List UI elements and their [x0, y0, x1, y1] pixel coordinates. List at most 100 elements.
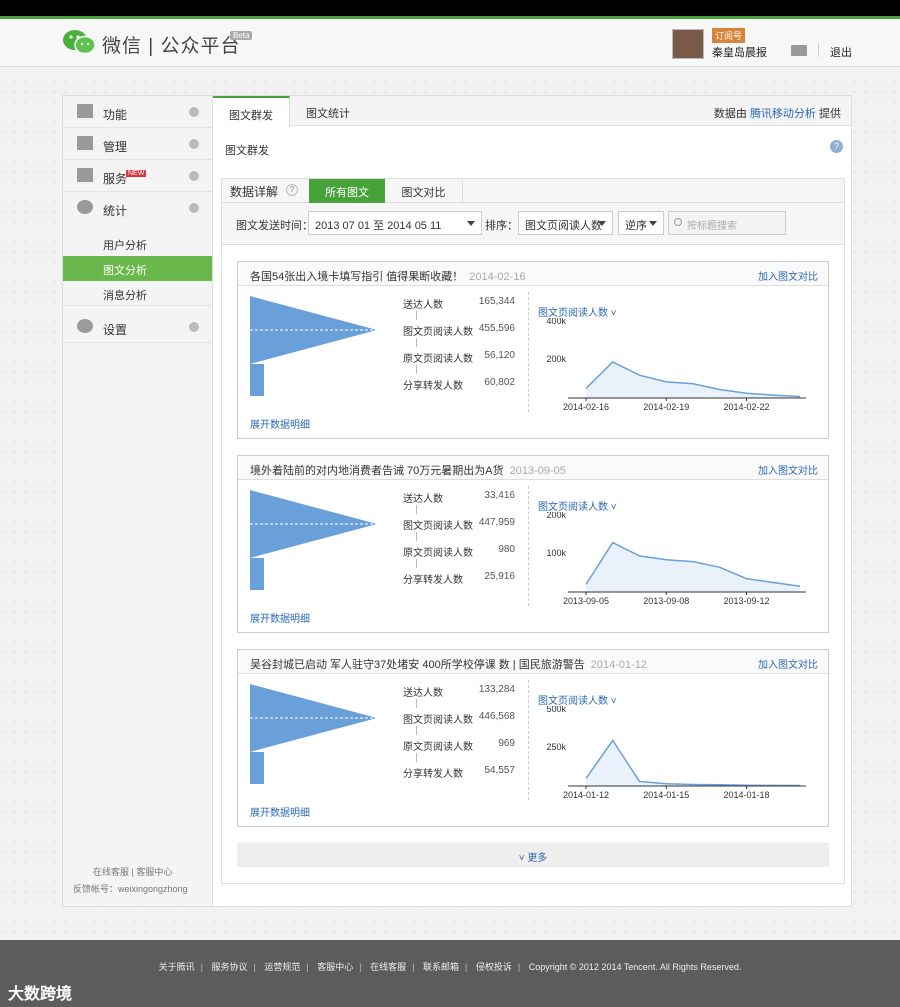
metric-value: 33,416: [484, 490, 515, 501]
card-divider: [528, 486, 529, 606]
sidebar-footer-links[interactable]: 在线客服 | 客服中心: [93, 865, 172, 878]
footer-link[interactable]: 关于腾讯: [159, 962, 195, 972]
account-name[interactable]: 秦皇岛晨报: [712, 44, 767, 60]
add-compare-link[interactable]: 加入图文对比: [758, 462, 818, 477]
tab-article-send[interactable]: 图文群发: [213, 96, 290, 127]
more-button[interactable]: ˅ 更多: [237, 843, 829, 867]
tab-article-compare[interactable]: 图文对比: [385, 179, 463, 203]
trend-chart: 500k 250k 2014-01-12 2014-01-15 2014-01-18: [546, 706, 806, 800]
metric-dropdown[interactable]: 图文页阅读人数 ˅: [538, 498, 617, 513]
metric-dropdown[interactable]: 图文页阅读人数 ˅: [538, 304, 617, 319]
gear-icon: [77, 319, 93, 333]
sidebar-sub-label: 消息分析: [103, 290, 147, 302]
expand-details-link[interactable]: 展开数据明细: [250, 804, 310, 819]
footer-link[interactable]: 在线客服: [370, 962, 406, 972]
expand-details-link[interactable]: 展开数据明细: [250, 610, 310, 625]
funnel-arrow: [416, 311, 417, 320]
y-tick-label: 500k: [546, 706, 566, 714]
sidebar: 功能 管理 服务 NEW 统计 用户分析 图文分析 消息分析 设置 在线客服 |…: [63, 96, 213, 906]
metric-value: 25,916: [484, 571, 515, 582]
card-title-text: 吴谷封城已启动 军人驻守37处堵安 400所学校停课 数 | 国民旅游警告: [250, 659, 585, 671]
question-icon[interactable]: ?: [286, 184, 298, 196]
tab-article-stats[interactable]: 图文统计: [293, 96, 363, 126]
provider-link[interactable]: 腾讯移动分析: [750, 108, 816, 120]
card-title[interactable]: 境外着陆前的对内地消费者告诫 70万元暑期出为A货 2013-09-05: [250, 462, 566, 478]
sort-by-select[interactable]: 图文页阅读人数: [518, 211, 613, 235]
card-title[interactable]: 吴谷封城已启动 军人驻守37处堵安 400所学校停课 数 | 国民旅游警告 201…: [250, 656, 647, 672]
metric-value: 56,120: [484, 350, 515, 361]
expand-details-link[interactable]: 展开数据明细: [250, 416, 310, 431]
metric-value: 455,596: [478, 323, 515, 334]
y-tick-label: 200k: [546, 512, 566, 520]
footer-link[interactable]: 运营规范: [264, 962, 300, 972]
x-tick-label: 2014-02-19: [643, 402, 689, 412]
x-tick-label: 2014-02-16: [563, 402, 609, 412]
article-card: 吴谷封城已启动 军人驻守37处堵安 400所学校停课 数 | 国民旅游警告 201…: [237, 649, 829, 827]
funnel-arrow: [416, 699, 417, 708]
header: 微信 | 公众平台 Beta 订阅号 秦皇岛晨报 退出: [0, 19, 900, 67]
search-input[interactable]: 按标题搜索: [668, 211, 786, 235]
metric-label: 原文页阅读人数: [403, 354, 473, 365]
panel-lead: 数据详解: [230, 185, 279, 199]
logout-link[interactable]: 退出: [830, 44, 852, 60]
search-placeholder: 按标题搜索: [687, 221, 737, 232]
sidebar-item-service[interactable]: 服务 NEW: [63, 160, 212, 192]
card-divider: [528, 292, 529, 412]
mail-icon[interactable]: [791, 45, 807, 56]
chart-area: [586, 361, 800, 398]
metric-label: 图文页阅读人数: [403, 327, 473, 338]
add-compare-link[interactable]: 加入图文对比: [758, 656, 818, 671]
funnel-metric: 分享转发人数 54,557: [403, 765, 515, 780]
article-card: 各国54张出入境卡填写指引 值得果断收藏！ 2014-02-16 加入图文对比送达人…: [237, 261, 829, 439]
footer-link[interactable]: 联系邮箱: [423, 962, 459, 972]
metric-label: 送达人数: [403, 300, 443, 311]
avatar[interactable]: [672, 29, 704, 59]
sidebar-sub-user-analysis[interactable]: 用户分析: [63, 231, 212, 256]
inbox-icon: [77, 136, 93, 150]
header-divider: [818, 43, 819, 57]
card-title[interactable]: 各国54张出入境卡填写指引 值得果断收藏！ 2014-02-16: [250, 268, 526, 284]
sidebar-item-function[interactable]: 功能: [63, 96, 212, 128]
funnel-metric: 送达人数 133,284: [403, 684, 515, 699]
search-icon: [674, 218, 682, 226]
metric-dropdown[interactable]: 图文页阅读人数 ˅: [538, 692, 617, 707]
funnel-shape: [250, 490, 377, 590]
card-title-text: 境外着陆前的对内地消费者告诫 70万元暑期出为A货: [250, 465, 504, 477]
date-range-select[interactable]: 2013 07 01 至 2014 05 11: [308, 211, 482, 235]
funnel-shape: [250, 296, 377, 396]
chevron-up-icon: [189, 203, 199, 213]
help-icon[interactable]: ?: [830, 140, 843, 153]
metric-label: 原文页阅读人数: [403, 742, 473, 753]
funnel-tail: [250, 558, 264, 590]
footer-link[interactable]: 服务协议: [212, 962, 248, 972]
x-tick-label: 2013-09-12: [723, 596, 769, 606]
sidebar-item-settings[interactable]: 设置: [63, 311, 212, 343]
card-date: 2013-09-05: [509, 465, 566, 477]
card-header: 境外着陆前的对内地消费者告诫 70万元暑期出为A货 2013-09-05 加入图文对…: [238, 456, 828, 480]
sidebar-item-stats[interactable]: 统计: [63, 192, 212, 224]
chevron-down-icon: [189, 171, 199, 181]
sidebar-item-manage[interactable]: 管理: [63, 128, 212, 160]
footer-link[interactable]: 侵权投诉: [476, 962, 512, 972]
sidebar-item-label: 功能: [103, 108, 128, 122]
sidebar-sub-article-analysis[interactable]: 图文分析: [63, 256, 212, 281]
sidebar-footer-account: 反馈帐号：weixingongzhong: [73, 884, 188, 894]
order-select[interactable]: 逆序: [618, 211, 664, 235]
sidebar-sub-message-analysis[interactable]: 消息分析: [63, 281, 212, 306]
main-tabs: 图文群发 图文统计 数据由 腾讯移动分析 提供: [213, 96, 851, 127]
card-header: 各国54张出入境卡填写指引 值得果断收藏！ 2014-02-16 加入图文对比: [238, 262, 828, 286]
funnel-arrow: [416, 753, 417, 762]
filter-bar: 图文发送时间： 2013 07 01 至 2014 05 11 排序： 图文页阅…: [222, 203, 844, 245]
metric-value: 980: [498, 544, 515, 555]
footer-link[interactable]: 客服中心: [317, 962, 353, 972]
x-tick-label: 2014-01-18: [723, 790, 769, 800]
sidebar-item-label: 设置: [103, 323, 128, 337]
add-compare-link[interactable]: 加入图文对比: [758, 268, 818, 283]
top-black-bar: [0, 0, 900, 16]
article-card: 境外着陆前的对内地消费者告诫 70万元暑期出为A货 2013-09-05 加入图文对…: [237, 455, 829, 633]
funnel-metric: 图文页阅读人数 447,959: [403, 517, 515, 532]
subscribe-badge: 订阅号: [712, 28, 746, 43]
metric-label: 图文页阅读人数: [403, 715, 473, 726]
tab-all-articles[interactable]: 所有图文: [309, 179, 385, 203]
funnel-metric: 原文页阅读人数 56,120: [403, 350, 515, 365]
